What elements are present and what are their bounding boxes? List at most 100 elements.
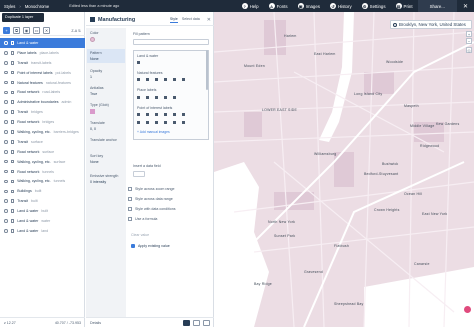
visibility-icon[interactable] bbox=[4, 229, 8, 233]
apply-existing-value-button[interactable]: Apply existing value bbox=[131, 244, 170, 248]
visibility-icon[interactable] bbox=[4, 140, 8, 144]
layer-row[interactable]: Natural features natural-features bbox=[0, 78, 85, 88]
visibility-icon[interactable] bbox=[4, 100, 8, 105]
visibility-icon[interactable] bbox=[4, 199, 8, 203]
breadcrumb-style-name[interactable]: Monochrome bbox=[25, 4, 49, 9]
visibility-icon[interactable] bbox=[4, 189, 8, 194]
tab-select-data[interactable]: Select data bbox=[182, 17, 200, 23]
layer-row[interactable]: Transit built bbox=[0, 196, 85, 206]
layer-row[interactable]: Administrative boundaries admin bbox=[0, 97, 85, 107]
add-images-link[interactable]: + Add manual images bbox=[137, 130, 170, 134]
layer-row[interactable]: Land & water built bbox=[0, 206, 85, 216]
settings-button[interactable]: ⚙ Settings bbox=[357, 0, 391, 12]
prop-opacity[interactable]: Opacity 1 bbox=[90, 69, 102, 79]
duplicate-layer-button[interactable]: ⧉ bbox=[13, 27, 20, 34]
add-layer-button[interactable]: + bbox=[3, 27, 10, 34]
fill-pattern-input[interactable] bbox=[133, 39, 209, 45]
image-group-label: Natural features bbox=[137, 71, 163, 75]
layer-row[interactable]: Road network road-labels bbox=[0, 87, 85, 97]
visibility-icon[interactable] bbox=[4, 169, 8, 174]
visibility-icon[interactable] bbox=[4, 60, 8, 65]
layer-row[interactable]: Road network surface bbox=[0, 147, 85, 157]
type-swatch[interactable] bbox=[90, 109, 95, 114]
visibility-icon[interactable] bbox=[4, 149, 8, 154]
visibility-icon[interactable] bbox=[4, 130, 8, 134]
prop-translate[interactable]: Translate 0, 0 bbox=[90, 121, 105, 131]
layer-row[interactable]: Land & water water bbox=[0, 216, 85, 226]
layer-row[interactable]: Road network bridges bbox=[0, 117, 85, 127]
map-search-input[interactable]: Brooklyn, New York, United States bbox=[390, 20, 472, 29]
prop-type[interactable]: Type (Glob) bbox=[90, 103, 109, 114]
color-swatch[interactable] bbox=[90, 37, 95, 42]
visibility-icon[interactable] bbox=[4, 159, 8, 164]
visibility-icon[interactable] bbox=[4, 41, 8, 45]
layer-row[interactable]: Point of interest labels poi-labels bbox=[0, 68, 85, 78]
layer-name: Natural features bbox=[17, 80, 43, 85]
breadcrumb-styles[interactable]: Styles bbox=[4, 4, 15, 9]
layer-row[interactable]: Transit transit-labels bbox=[0, 58, 85, 68]
layer-row[interactable]: Walking, cycling, etc. tunnels bbox=[0, 176, 85, 186]
clear-value-button[interactable]: Clear value bbox=[131, 233, 149, 237]
share-button[interactable]: Share... bbox=[417, 0, 457, 12]
layer-row[interactable]: Land & water bbox=[0, 38, 85, 48]
layer-row[interactable]: Walking, cycling, etc. barriers-bridges bbox=[0, 127, 85, 137]
map-label: Crown Heights bbox=[374, 208, 400, 212]
data-range-option[interactable]: Style across data range bbox=[128, 194, 176, 204]
map-canvas[interactable]: Mount Eden Harlem East Harlem Woodside M… bbox=[214, 12, 474, 327]
visibility-icon[interactable] bbox=[4, 51, 8, 55]
visibility-icon[interactable] bbox=[4, 80, 8, 85]
help-button[interactable]: ? Help bbox=[237, 0, 264, 12]
visibility-icon[interactable] bbox=[4, 219, 8, 223]
style-mode-button[interactable] bbox=[183, 319, 190, 326]
images-button[interactable]: ▣ Images bbox=[293, 0, 325, 12]
zoom-out-icon[interactable]: − bbox=[466, 38, 472, 44]
zoom-in-icon[interactable]: + bbox=[466, 31, 472, 37]
prop-translate-anchor[interactable]: Translate anchor bbox=[90, 138, 117, 142]
print-button[interactable]: ▤ Print bbox=[391, 0, 418, 12]
data-field-input[interactable] bbox=[133, 171, 145, 177]
image-picker[interactable]: Land & water Natural features Place labe… bbox=[133, 50, 209, 140]
history-button[interactable]: ↺ History bbox=[325, 0, 357, 12]
visibility-icon[interactable] bbox=[4, 179, 8, 184]
layer-source: surface bbox=[31, 139, 43, 144]
fonts-button[interactable]: A Fonts bbox=[264, 0, 293, 12]
delete-layer-button[interactable]: ✕ bbox=[43, 27, 50, 34]
prop-sort-key[interactable]: Sort key None bbox=[90, 154, 103, 164]
tab-style[interactable]: Style bbox=[169, 17, 178, 23]
more-options-button[interactable] bbox=[203, 319, 210, 326]
top-bar: Styles › Monochrome Edited less than a m… bbox=[0, 0, 474, 12]
data-conditions-option[interactable]: Style with data conditions bbox=[128, 204, 176, 214]
layer-row[interactable]: Road network tunnels bbox=[0, 167, 85, 177]
layer-title[interactable]: Manufacturing bbox=[98, 17, 135, 23]
visibility-icon[interactable] bbox=[4, 120, 8, 124]
group-layer-button[interactable]: ▭ bbox=[33, 27, 40, 34]
chat-help-icon[interactable] bbox=[464, 306, 471, 313]
close-panel-icon[interactable]: ✕ bbox=[207, 17, 211, 23]
zoom-range-option[interactable]: Style across zoom range bbox=[128, 184, 176, 194]
prop-opacity-value: 1 bbox=[90, 74, 92, 79]
layer-type-icon bbox=[10, 120, 15, 124]
sort-button[interactable]: Z-A ⇅ bbox=[71, 29, 81, 33]
layer-row[interactable]: Land & water land bbox=[0, 226, 85, 236]
prop-pattern[interactable]: Pattern None bbox=[87, 49, 125, 63]
formula-option[interactable]: Use a formula bbox=[128, 214, 176, 224]
details-toggle[interactable]: Details bbox=[90, 321, 101, 325]
visibility-icon[interactable] bbox=[4, 110, 8, 114]
layer-row[interactable]: Walking, cycling, etc. surface bbox=[0, 157, 85, 167]
compass-icon[interactable]: ◇ bbox=[466, 47, 472, 53]
code-mode-button[interactable] bbox=[193, 319, 200, 326]
prop-emissive[interactable]: Emissive strength 0 intensity bbox=[90, 174, 126, 184]
layer-row[interactable]: Transit bridges bbox=[0, 107, 85, 117]
visibility-icon[interactable] bbox=[4, 209, 8, 213]
prop-antialias[interactable]: Antialias True bbox=[90, 86, 104, 96]
map-label: Ridgewood bbox=[420, 144, 440, 148]
scrollbar[interactable] bbox=[206, 50, 208, 90]
close-icon[interactable]: ✕ bbox=[457, 0, 474, 12]
hide-layer-button[interactable]: ◉ bbox=[23, 27, 30, 34]
layer-row[interactable]: Buildings built bbox=[0, 186, 85, 196]
visibility-icon[interactable] bbox=[4, 90, 8, 95]
layer-row[interactable]: Place labels place-labels bbox=[0, 48, 85, 58]
prop-color[interactable]: Color bbox=[90, 31, 99, 42]
layer-row[interactable]: Transit surface bbox=[0, 137, 85, 147]
visibility-icon[interactable] bbox=[4, 70, 8, 75]
